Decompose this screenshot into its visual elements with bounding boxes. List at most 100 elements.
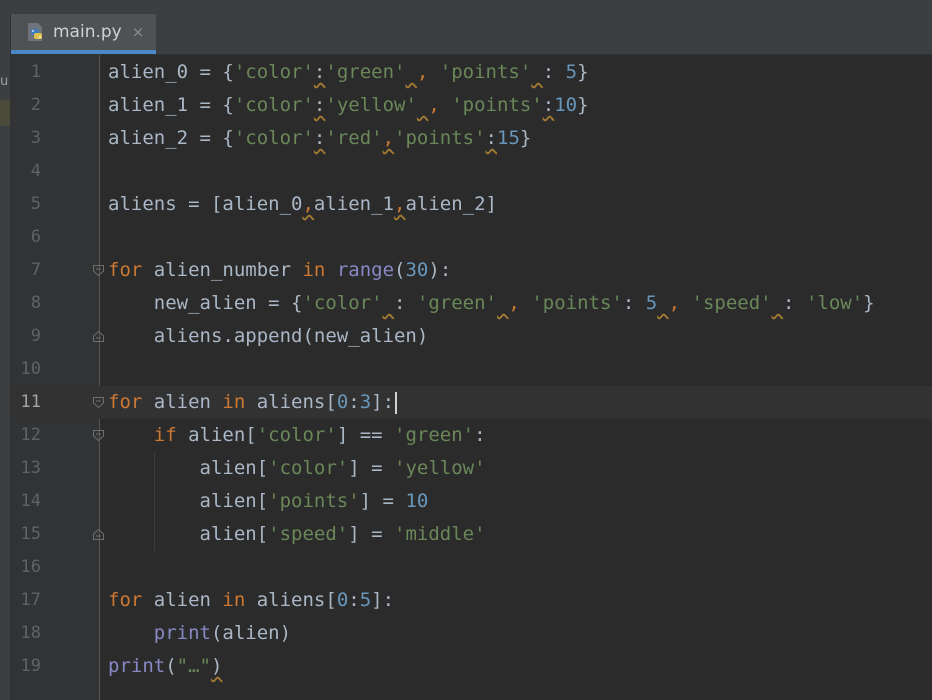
code-token: alien_1 = { — [108, 94, 234, 116]
code-token: : — [313, 61, 326, 83]
code-token: print — [153, 622, 211, 644]
fold-open-icon[interactable] — [92, 264, 105, 277]
code-line[interactable]: alien['points'] = 10 — [108, 485, 429, 518]
line-number: 7 — [30, 260, 41, 280]
line-number: 13 — [20, 458, 41, 478]
code-line[interactable]: for alien_number in range(30): — [108, 254, 451, 287]
code-line[interactable]: if alien['color'] == 'green': — [108, 419, 486, 452]
line-number: 16 — [20, 557, 41, 577]
code-token: 10 — [405, 490, 429, 512]
code-token: 'color' — [233, 94, 314, 116]
code-token: } — [863, 292, 875, 314]
code-line[interactable]: aliens.append(new_alien) — [108, 320, 429, 353]
code-token: alien[ — [108, 457, 269, 479]
code-token: 'color' — [302, 292, 383, 314]
code-token: (alien) — [210, 622, 292, 644]
code-token: : — [783, 292, 806, 314]
code-token: alien_2 = { — [108, 127, 234, 149]
code-line[interactable]: aliens = [alien_0,alien_1,alien_2] — [108, 188, 497, 221]
text-caret — [395, 391, 398, 414]
code-token: , — [394, 193, 406, 215]
tool-strip-label: u — [0, 74, 9, 89]
fold-open-icon[interactable] — [92, 396, 105, 409]
code-token: alien_0 = { — [108, 61, 234, 83]
code-token: 30 — [405, 259, 429, 281]
line-number: 3 — [30, 128, 41, 148]
code-token: : — [313, 127, 326, 149]
code-token: } — [577, 61, 589, 83]
code-token: 'green' — [394, 424, 475, 446]
code-token: 'middle' — [394, 523, 486, 545]
line-number: 18 — [20, 623, 41, 643]
tool-strip-marker — [0, 100, 10, 126]
code-token: ( — [394, 259, 406, 281]
code-token: 'points' — [394, 127, 486, 149]
code-line[interactable]: alien_1 = {'color':'yellow' , 'points':1… — [108, 89, 589, 122]
code-token: , — [416, 61, 440, 83]
code-token: for — [108, 391, 143, 413]
code-token: print — [108, 655, 166, 677]
code-token: "…" — [176, 655, 211, 677]
code-token: 'speed' — [268, 523, 349, 545]
code-token: 10 — [554, 94, 578, 116]
fold-end-icon[interactable] — [92, 330, 105, 343]
fold-end-icon[interactable] — [92, 528, 105, 541]
code-token: ] = — [359, 490, 406, 512]
code-token: aliens[ — [245, 391, 337, 413]
line-number: 8 — [30, 293, 41, 313]
code-token: alien[ — [176, 424, 257, 446]
code-line[interactable]: alien['speed'] = 'middle' — [108, 518, 486, 551]
code-line[interactable]: alien['color'] = 'yellow' — [108, 452, 486, 485]
code-token: alien[ — [108, 523, 269, 545]
python-file-icon — [28, 23, 42, 41]
code-token: 'low' — [805, 292, 864, 314]
project-tool-strip[interactable]: u — [0, 14, 11, 700]
code-token: 3 — [359, 391, 372, 413]
code-token: 'red' — [325, 127, 383, 149]
code-token: : — [542, 61, 566, 83]
code-token: 'green' — [325, 61, 406, 83]
code-token: 'yellow' — [394, 457, 486, 479]
tab-main-py[interactable]: main.py × — [11, 14, 156, 54]
code-token: alien — [142, 391, 223, 413]
code-token: new_alien = { — [108, 292, 303, 314]
line-number: 19 — [20, 656, 41, 676]
line-number: 4 — [30, 161, 41, 181]
code-token: aliens[ — [245, 589, 337, 611]
code-line[interactable]: for alien in aliens[0:3]: — [108, 386, 398, 419]
code-token: 'points' — [439, 61, 532, 83]
code-token: , — [302, 193, 314, 215]
code-line[interactable]: for alien in aliens[0:5]: — [108, 584, 394, 617]
window-top-bar — [0, 0, 932, 15]
code-token: , — [668, 292, 692, 314]
code-token: : — [622, 292, 646, 314]
code-token: 5 — [645, 292, 658, 314]
code-token: 'points' — [268, 490, 360, 512]
code-token: aliens.append(new_alien) — [108, 325, 429, 347]
code-token: , — [382, 127, 395, 149]
code-line[interactable]: print("…") — [108, 650, 222, 683]
code-token: 'color' — [256, 424, 337, 446]
code-line[interactable]: print(alien) — [108, 617, 291, 650]
code-token: 'points' — [451, 94, 543, 116]
code-line[interactable]: new_alien = {'color' : 'green' , 'points… — [108, 287, 875, 320]
code-token: aliens = [alien_0 — [108, 193, 303, 215]
close-tab-icon[interactable]: × — [132, 23, 145, 41]
code-token: alien_2] — [405, 193, 497, 215]
code-token: ( — [165, 655, 177, 677]
line-number: 1 — [30, 62, 41, 82]
code-token: 5 — [565, 61, 578, 83]
code-line[interactable]: alien_0 = {'color':'green' , 'points' : … — [108, 56, 589, 89]
code-token: in — [222, 589, 246, 611]
line-number: 2 — [30, 95, 41, 115]
code-token: in — [302, 259, 326, 281]
fold-open-icon[interactable] — [92, 429, 105, 442]
code-line[interactable]: alien_2 = {'color':'red','points':15} — [108, 122, 531, 155]
code-token: ): — [428, 259, 452, 281]
